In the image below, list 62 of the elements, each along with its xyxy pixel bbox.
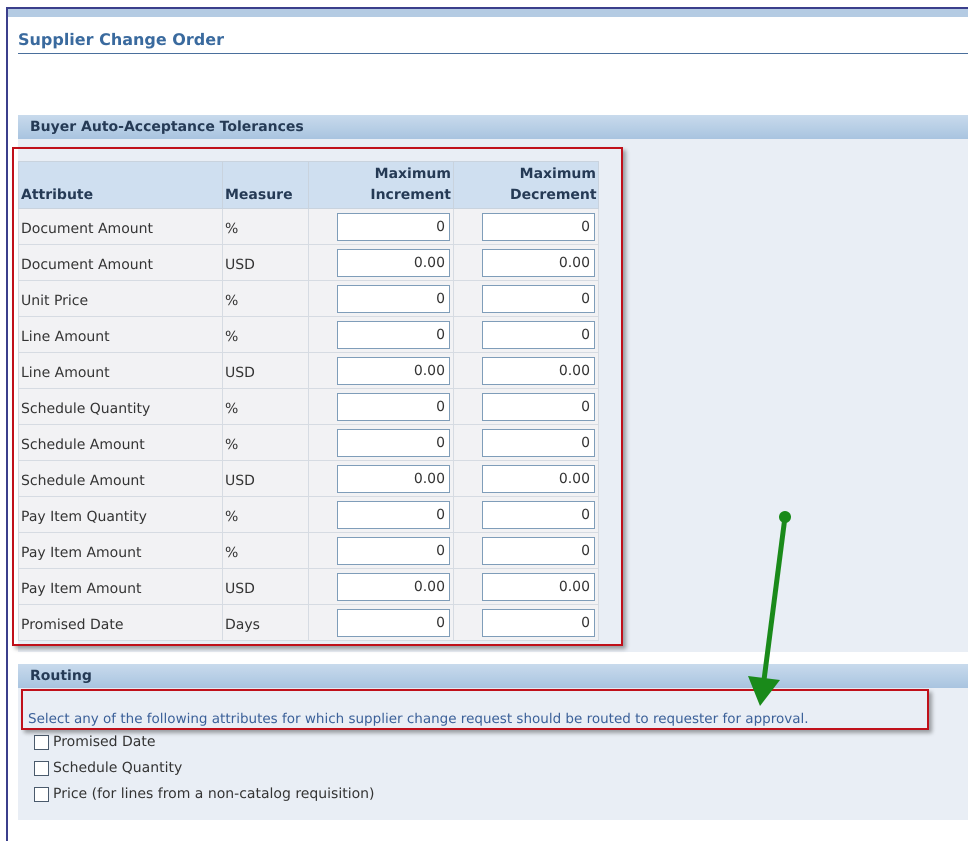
table-cell: % (225, 329, 238, 345)
input-field[interactable]: 0 (337, 428, 450, 456)
checkbox-label: Schedule Quantity (53, 759, 182, 778)
input-field[interactable]: 0.00 (482, 572, 595, 600)
column-header: Maximum Increment (369, 165, 451, 205)
checkbox[interactable] (34, 787, 49, 802)
input-field[interactable]: 0 (482, 428, 595, 456)
input-field[interactable]: 0 (337, 212, 450, 240)
input-field[interactable]: 0 (482, 536, 595, 564)
checkbox[interactable] (34, 735, 49, 750)
input-field[interactable]: 0 (482, 500, 595, 528)
page-title: Supplier Change Order (18, 29, 224, 51)
table-cell: Document Amount (21, 257, 153, 273)
table-cell: % (225, 437, 238, 453)
input-field[interactable]: 0 (482, 608, 595, 636)
input-field[interactable]: 0 (337, 284, 450, 312)
input-field[interactable]: 0.00 (337, 464, 450, 492)
input-field[interactable]: 0 (482, 392, 595, 420)
table-cell: % (225, 401, 238, 417)
column-header: Measure (225, 187, 293, 203)
table-cell: Pay Item Amount (21, 545, 142, 561)
table-cell: Schedule Quantity (21, 401, 150, 417)
table-cell: % (225, 293, 238, 309)
table-cell: % (225, 509, 238, 525)
input-field[interactable]: 0 (482, 284, 595, 312)
input-field[interactable]: 0.00 (337, 356, 450, 384)
table-cell: Unit Price (21, 293, 88, 309)
table-cell: Schedule Amount (21, 473, 145, 489)
input-field[interactable]: 0 (337, 536, 450, 564)
input-field[interactable]: 0.00 (337, 248, 450, 276)
table-cell: Line Amount (21, 365, 110, 381)
input-field[interactable]: 0 (337, 392, 450, 420)
table-cell: USD (225, 365, 255, 381)
input-field[interactable]: 0 (337, 500, 450, 528)
table-cell: USD (225, 473, 255, 489)
instruction-text: Select any of the following attributes for which supplier change request should be routed to requester for approval. (28, 710, 810, 728)
checkbox-label: Promised Date (53, 733, 156, 752)
input-field[interactable]: 0 (482, 212, 595, 240)
table-cell: Pay Item Quantity (21, 509, 147, 525)
input-field[interactable]: 0.00 (337, 572, 450, 600)
table-cell: Days (225, 617, 260, 633)
table-cell: USD (225, 257, 255, 273)
input-field[interactable]: 0 (337, 608, 450, 636)
table-cell: Promised Date (21, 617, 124, 633)
section-title: Buyer Auto-Acceptance Tolerances (30, 118, 304, 136)
table-cell: % (225, 545, 238, 561)
table-cell: Line Amount (21, 329, 110, 345)
input-field[interactable]: 0 (482, 320, 595, 348)
table-cell: Pay Item Amount (21, 581, 142, 597)
checkbox-label: Price (for lines from a non-catalog requisition) (53, 785, 375, 804)
input-field[interactable]: 0.00 (482, 464, 595, 492)
table-cell: USD (225, 581, 255, 597)
table-cell: Schedule Amount (21, 437, 145, 453)
input-field[interactable]: 0.00 (482, 356, 595, 384)
checkbox[interactable] (34, 761, 49, 776)
section-title: Routing (30, 666, 92, 686)
input-field[interactable]: 0.00 (482, 248, 595, 276)
column-header: Maximum Decrement (510, 165, 596, 205)
column-header: Attribute (21, 187, 94, 203)
table-cell: % (225, 221, 238, 237)
input-field[interactable]: 0 (337, 320, 450, 348)
table-cell: Document Amount (21, 221, 153, 237)
